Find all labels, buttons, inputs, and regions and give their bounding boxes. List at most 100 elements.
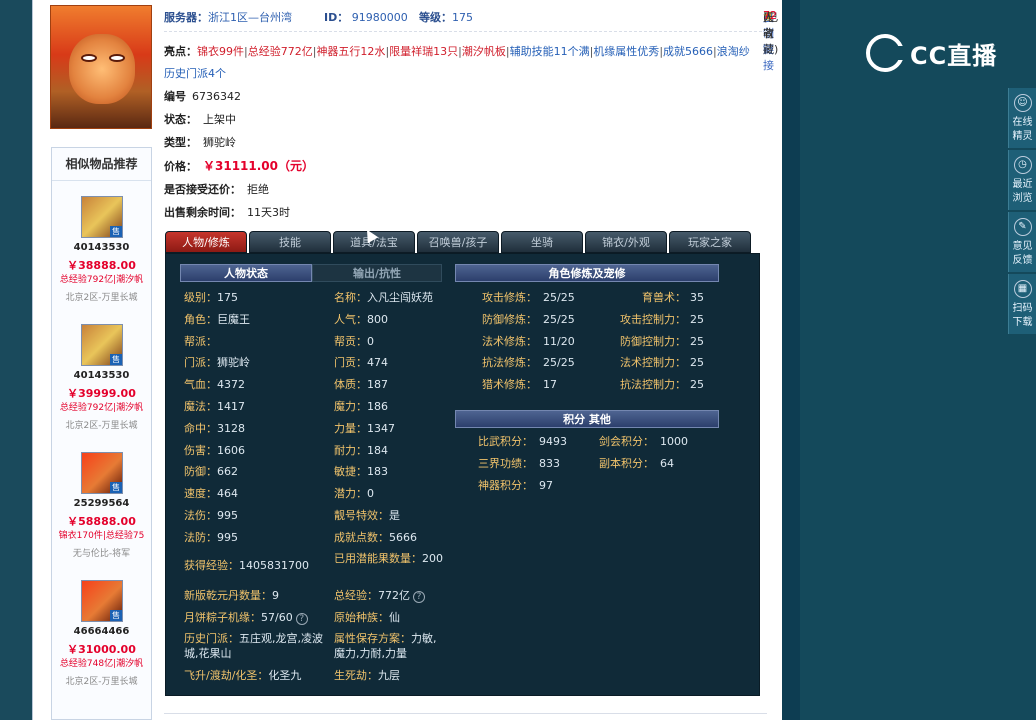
left-gutter (0, 0, 32, 720)
cultivation-attack: 攻击修炼： 25/25 (482, 291, 575, 304)
scan-download-button[interactable]: ▦ 扫码下载 (1008, 274, 1036, 334)
score-sword: 剑会积分： 1000 (599, 435, 688, 448)
item-type: 类型： 狮驼岭 (164, 136, 236, 149)
item-thumbnail[interactable]: 售 (81, 452, 123, 494)
similar-items-panel: 相似物品推荐 售 40143530 ￥38888.00 总经验792亿|潮汐帆 … (51, 147, 152, 720)
tab-outfits[interactable]: 锦衣/外观 (585, 231, 667, 253)
cultivation-hunting: 猎术修炼： 17 (482, 378, 557, 391)
pet-cultivation-breeding: 育兽术： 35 (642, 291, 704, 304)
highlights: 亮点：锦衣99件|总经验772亿|神器五行12水|限量祥瑞13只|潮汐帆板|辅助… (164, 45, 750, 80)
highlight-link[interactable]: 潮汐帆板 (462, 45, 506, 58)
score-pvp: 比武积分： 9493 (478, 435, 567, 448)
highlight-link[interactable]: 浪淘纱 (717, 45, 750, 58)
item-thumbnail[interactable]: 售 (81, 324, 123, 366)
stat-speed: 速度：464 (184, 487, 238, 500)
edit-icon: ✎ (1013, 218, 1032, 236)
online-sprite-button[interactable]: ☺ 在线精灵 (1008, 88, 1036, 148)
score-merit: 三界功绩： 833 (478, 457, 560, 470)
score-dungeon: 副本积分： 64 (599, 457, 674, 470)
highlight-link[interactable]: 成就5666 (663, 45, 713, 58)
pet-cultivation-resist: 抗法控制力： 25 (620, 378, 704, 391)
stat-potential-fruit: 已用潜能果数量：200 (334, 552, 443, 565)
item-status: 状态： 上架中 (164, 113, 236, 126)
stat-guild: 帮派： (184, 335, 217, 348)
cc-live-logo: CC直播 (866, 33, 1006, 73)
cc-logo-icon (866, 34, 906, 72)
help-icon[interactable]: ? (295, 613, 308, 625)
stat-endurance: 耐力：184 (334, 444, 388, 457)
item-thumbnail[interactable]: 售 (81, 580, 123, 622)
item-price: 价格： ￥31111.00（元） (164, 159, 315, 173)
highlight-link[interactable]: 辅助技能11个满 (510, 45, 590, 58)
stat-popularity: 人气：800 (334, 313, 388, 326)
tab-mounts[interactable]: 坐骑 (501, 231, 583, 253)
stat-constitution: 体质：187 (334, 378, 388, 391)
stat-agility: 敏捷：183 (334, 465, 388, 478)
stat-name: 名称：入凡尘闯妖苑 (334, 291, 433, 304)
stat-mp: 魔法：1417 (184, 400, 245, 413)
stat-role: 角色：巨魔王 (184, 313, 250, 326)
stat-total-exp: 总经验：772亿? (334, 588, 425, 603)
bargain-status: 是否接受还价： 拒绝 (164, 183, 269, 196)
sprite-icon: ☺ (1013, 94, 1032, 112)
item-header: 服务器：浙江1区—台州湾 ID： 91980000 等级：175 ▣ 复制链接 … (164, 9, 779, 72)
stat-attr-plan: 属性保存方案：力敏,魔力,力耐,力量 (334, 632, 437, 660)
stat-damage: 伤害：1606 (184, 444, 245, 457)
side-toolbar: ☺ 在线精灵 ◷ 最近浏览 ✎ 意见反馈 ▦ 扫码下载 (1008, 88, 1036, 336)
highlight-link[interactable]: 总经验772亿 (248, 45, 313, 58)
tab-pets[interactable]: 召唤兽/孩子 (417, 231, 499, 253)
similar-item[interactable]: 售 46664466 ￥31000.00 总经验748亿|潮汐帆 北京2区-万里… (52, 565, 151, 693)
similar-item[interactable]: 售 40143530 ￥39999.00 总经验792亿|潮汐帆 北京2区-万里… (52, 309, 151, 437)
item-number: 编号 6736342 (164, 90, 241, 103)
cc-logo-text: CC直播 (910, 41, 998, 70)
stat-potential: 潜力：0 (334, 487, 374, 500)
score-header: 积分 其他 (455, 410, 719, 428)
stat-magic: 魔力：186 (334, 400, 388, 413)
tab-skills[interactable]: 技能 (249, 231, 331, 253)
highlight-link[interactable]: 神器五行12水 (316, 45, 385, 58)
similar-items-title: 相似物品推荐 (52, 148, 151, 181)
highlight-link[interactable]: 历史门派4个 (164, 67, 226, 80)
item-thumbnail[interactable]: 售 (81, 196, 123, 238)
remaining-time: 出售剩余时间： 11天3时 (164, 206, 290, 219)
highlight-link[interactable]: 限量祥瑞13只 (389, 45, 458, 58)
stat-mooncake: 月饼粽子机缘：57/60? (184, 610, 308, 625)
stat-exp: 获得经验：1405831700 (184, 559, 309, 572)
stat-history-school: 历史门派：五庄观,龙宫,凌波城,花果山 (184, 632, 323, 660)
scroll-gutter (782, 0, 800, 720)
char-status-header: 人物状态 (180, 264, 312, 282)
stat-strength: 力量：1347 (334, 422, 395, 435)
tab-home[interactable]: 玩家之家 (669, 231, 751, 253)
stat-race: 原始种族：仙 (334, 611, 400, 624)
similar-item[interactable]: 售 25299564 ￥58888.00 锦衣170件|总经验75 无与伦比-将… (52, 437, 151, 565)
character-avatar (50, 5, 152, 129)
stat-magic-damage: 法伤：995 (184, 509, 238, 522)
qr-icon: ▦ (1013, 280, 1032, 298)
stat-achievement: 成就点数：5666 (334, 531, 417, 544)
recent-browse-button[interactable]: ◷ 最近浏览 (1008, 150, 1036, 210)
help-icon[interactable]: ? (413, 591, 425, 603)
highlight-link[interactable]: 锦衣99件 (197, 45, 244, 58)
stat-pretty-id: 靓号特效：是 (334, 509, 400, 522)
cultivation-header: 角色修炼及宠修 (455, 264, 719, 282)
stat-school: 门派：狮驼岭 (184, 356, 250, 369)
cultivation-magic: 法术修炼： 11/20 (482, 335, 575, 348)
feedback-button[interactable]: ✎ 意见反馈 (1008, 212, 1036, 272)
clock-icon: ◷ (1013, 156, 1032, 174)
stat-guild-contrib: 帮贡：0 (334, 335, 374, 348)
stat-defense: 防御：662 (184, 465, 238, 478)
resist-header[interactable]: 输出/抗性 (312, 264, 442, 282)
stat-qianyuan: 新版乾元丹数量：9 (184, 589, 279, 602)
similar-item[interactable]: 售 40143530 ￥38888.00 总经验792亿|潮汐帆 北京2区-万里… (52, 181, 151, 309)
score-artifact: 神器积分： 97 (478, 479, 553, 492)
stat-hp: 气血：4372 (184, 378, 245, 391)
tab-character[interactable]: 人物/修炼 (165, 231, 247, 253)
stat-school-contrib: 门贡：474 (334, 356, 388, 369)
cultivation-resist: 抗法修炼： 25/25 (482, 356, 575, 369)
highlight-link[interactable]: 机缘属性优秀 (593, 45, 659, 58)
stat-hit: 命中：3128 (184, 422, 245, 435)
pet-cultivation-magic: 法术控制力： 25 (620, 356, 704, 369)
stream-overlay-area (800, 0, 1036, 720)
stat-ascend: 飞升/渡劫/化圣：化圣九 (184, 669, 302, 682)
stat-level: 级别：175 (184, 291, 238, 304)
